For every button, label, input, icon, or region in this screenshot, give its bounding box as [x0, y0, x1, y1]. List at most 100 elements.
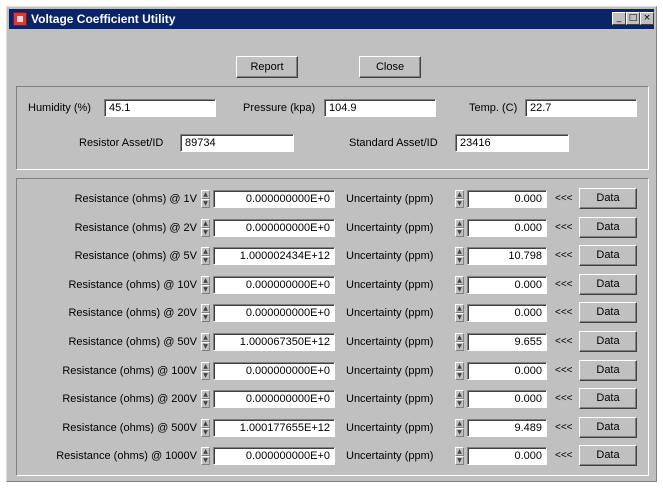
spin-up-icon[interactable]: ▲ — [201, 390, 210, 399]
report-button[interactable]: Report — [236, 56, 298, 78]
resistance-field[interactable]: 1.000067350E+12 — [213, 333, 335, 351]
uncertainty-field[interactable]: 0.000 — [467, 304, 547, 322]
resistance-spinner[interactable]: ▲ ▼ — [201, 362, 210, 380]
spin-down-icon[interactable]: ▼ — [201, 313, 210, 322]
spin-down-icon[interactable]: ▼ — [201, 371, 210, 380]
uncertainty-field[interactable]: 0.000 — [467, 362, 547, 380]
spin-down-icon[interactable]: ▼ — [455, 285, 464, 294]
spin-down-icon[interactable]: ▼ — [455, 199, 464, 208]
uncertainty-field[interactable]: 0.000 — [467, 219, 547, 237]
resistance-spinner[interactable]: ▲ ▼ — [201, 333, 210, 351]
resistance-spinner[interactable]: ▲ ▼ — [201, 247, 210, 265]
resistance-spinner[interactable]: ▲ ▼ — [201, 447, 210, 465]
data-button[interactable]: Data — [579, 388, 637, 409]
resistance-field[interactable]: 1.000177655E+12 — [213, 419, 335, 437]
resistance-spinner[interactable]: ▲ ▼ — [201, 190, 210, 208]
uncertainty-field[interactable]: 9.489 — [467, 419, 547, 437]
data-button[interactable]: Data — [579, 302, 637, 323]
spin-down-icon[interactable]: ▼ — [201, 285, 210, 294]
spin-down-icon[interactable]: ▼ — [201, 342, 210, 351]
spin-up-icon[interactable]: ▲ — [201, 304, 210, 313]
resistance-spinner[interactable]: ▲ ▼ — [201, 390, 210, 408]
data-button[interactable]: Data — [579, 331, 637, 352]
uncertainty-spinner[interactable]: ▲ ▼ — [455, 333, 464, 351]
data-button[interactable]: Data — [579, 217, 637, 238]
spin-down-icon[interactable]: ▼ — [201, 399, 210, 408]
spin-up-icon[interactable]: ▲ — [455, 304, 464, 313]
title-bar[interactable]: Voltage Coefficient Utility _ □ × — [9, 9, 654, 29]
uncertainty-field[interactable]: 9.655 — [467, 333, 547, 351]
resistance-field[interactable]: 0.000000000E+0 — [213, 304, 335, 322]
resistance-spinner[interactable]: ▲ ▼ — [201, 219, 210, 237]
spin-down-icon[interactable]: ▼ — [455, 342, 464, 351]
spin-down-icon[interactable]: ▼ — [455, 399, 464, 408]
maximize-button[interactable]: □ — [626, 12, 640, 25]
resistance-field[interactable]: 0.000000000E+0 — [213, 219, 335, 237]
spin-down-icon[interactable]: ▼ — [201, 256, 210, 265]
data-button[interactable]: Data — [579, 245, 637, 266]
resistance-field[interactable]: 0.000000000E+0 — [213, 390, 335, 408]
spin-up-icon[interactable]: ▲ — [201, 362, 210, 371]
spin-up-icon[interactable]: ▲ — [455, 219, 464, 228]
uncertainty-field[interactable]: 0.000 — [467, 276, 547, 294]
spin-up-icon[interactable]: ▲ — [455, 447, 464, 456]
spin-up-icon[interactable]: ▲ — [201, 247, 210, 256]
resistance-field[interactable]: 0.000000000E+0 — [213, 276, 335, 294]
resistance-field[interactable]: 0.000000000E+0 — [213, 447, 335, 465]
uncertainty-spinner[interactable]: ▲ ▼ — [455, 419, 464, 437]
standard-id-field[interactable]: 23416 — [455, 134, 569, 152]
uncertainty-spinner[interactable]: ▲ ▼ — [455, 447, 464, 465]
uncertainty-spinner[interactable]: ▲ ▼ — [455, 247, 464, 265]
spin-down-icon[interactable]: ▼ — [201, 228, 210, 237]
data-button[interactable]: Data — [579, 274, 637, 295]
spin-up-icon[interactable]: ▲ — [201, 419, 210, 428]
close-button[interactable]: Close — [359, 56, 421, 78]
spin-up-icon[interactable]: ▲ — [201, 219, 210, 228]
temp-field[interactable]: 22.7 — [525, 99, 637, 117]
pressure-field[interactable]: 104.9 — [324, 99, 436, 117]
uncertainty-field[interactable]: 10.798 — [467, 247, 547, 265]
resistance-spinner[interactable]: ▲ ▼ — [201, 304, 210, 322]
spin-down-icon[interactable]: ▼ — [455, 456, 464, 465]
data-button[interactable]: Data — [579, 188, 637, 209]
spin-up-icon[interactable]: ▲ — [455, 333, 464, 342]
humidity-field[interactable]: 45.1 — [104, 99, 216, 117]
resistance-field[interactable]: 0.000000000E+0 — [213, 190, 335, 208]
spin-down-icon[interactable]: ▼ — [201, 428, 210, 437]
spin-up-icon[interactable]: ▲ — [201, 190, 210, 199]
spin-down-icon[interactable]: ▼ — [201, 199, 210, 208]
spin-up-icon[interactable]: ▲ — [201, 333, 210, 342]
data-button[interactable]: Data — [579, 360, 637, 381]
uncertainty-spinner[interactable]: ▲ ▼ — [455, 219, 464, 237]
uncertainty-spinner[interactable]: ▲ ▼ — [455, 190, 464, 208]
data-button[interactable]: Data — [579, 445, 637, 466]
uncertainty-field[interactable]: 0.000 — [467, 447, 547, 465]
resistance-spinner[interactable]: ▲ ▼ — [201, 419, 210, 437]
spin-down-icon[interactable]: ▼ — [455, 313, 464, 322]
uncertainty-spinner[interactable]: ▲ ▼ — [455, 304, 464, 322]
spin-up-icon[interactable]: ▲ — [201, 447, 210, 456]
resistance-field[interactable]: 1.000002434E+12 — [213, 247, 335, 265]
spin-up-icon[interactable]: ▲ — [201, 276, 210, 285]
resistance-field[interactable]: 0.000000000E+0 — [213, 362, 335, 380]
uncertainty-field[interactable]: 0.000 — [467, 390, 547, 408]
spin-up-icon[interactable]: ▲ — [455, 247, 464, 256]
spin-up-icon[interactable]: ▲ — [455, 362, 464, 371]
uncertainty-spinner[interactable]: ▲ ▼ — [455, 276, 464, 294]
spin-down-icon[interactable]: ▼ — [201, 456, 210, 465]
spin-down-icon[interactable]: ▼ — [455, 256, 464, 265]
spin-down-icon[interactable]: ▼ — [455, 428, 464, 437]
uncertainty-spinner[interactable]: ▲ ▼ — [455, 362, 464, 380]
uncertainty-spinner[interactable]: ▲ ▼ — [455, 390, 464, 408]
spin-down-icon[interactable]: ▼ — [455, 371, 464, 380]
data-button[interactable]: Data — [579, 417, 637, 438]
spin-up-icon[interactable]: ▲ — [455, 190, 464, 199]
minimize-button[interactable]: _ — [612, 12, 626, 25]
spin-down-icon[interactable]: ▼ — [455, 228, 464, 237]
close-window-button[interactable]: × — [640, 12, 654, 25]
uncertainty-field[interactable]: 0.000 — [467, 190, 547, 208]
spin-up-icon[interactable]: ▲ — [455, 390, 464, 399]
resistor-id-field[interactable]: 89734 — [180, 134, 294, 152]
spin-up-icon[interactable]: ▲ — [455, 276, 464, 285]
resistance-spinner[interactable]: ▲ ▼ — [201, 276, 210, 294]
